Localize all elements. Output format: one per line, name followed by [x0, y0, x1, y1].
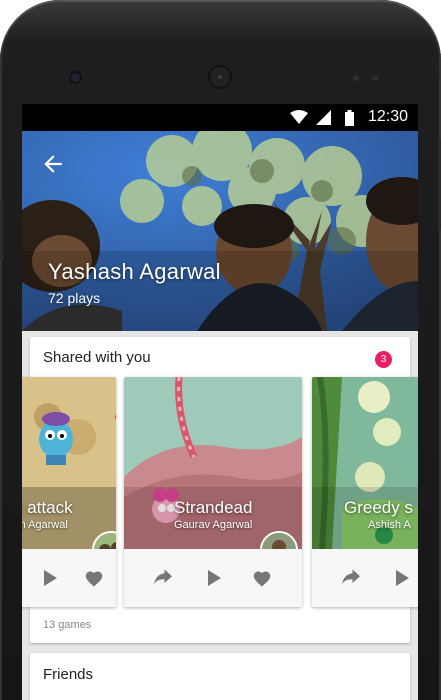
profile-plays: 72 plays [48, 290, 101, 306]
signal-icon [316, 110, 331, 125]
share-icon[interactable] [342, 569, 360, 585]
game-actions [124, 549, 302, 607]
wifi-icon [290, 110, 308, 124]
section-title: Friends [43, 666, 94, 683]
light-sensor [372, 75, 378, 81]
proximity-sensor [353, 75, 359, 81]
play-icon[interactable] [206, 569, 222, 587]
profile-header: Yashash Agarwal 72 plays [22, 131, 418, 331]
game-actions [312, 549, 418, 607]
game-author: Gaurav Agarwal [174, 519, 253, 531]
profile-name: Yashash Agarwal [48, 259, 221, 284]
status-bar: 12:30 [22, 104, 418, 131]
game-card[interactable]: s attack sh Agarwal [22, 377, 116, 607]
earpiece-speaker [208, 65, 232, 89]
battery-icon [345, 110, 354, 126]
game-actions [22, 549, 116, 607]
games-count[interactable]: 13 games [43, 619, 91, 631]
section-title: Shared with you [43, 349, 151, 366]
volume-button [0, 200, 3, 260]
games-carousel[interactable]: s attack sh Agarwal [22, 377, 418, 607]
notification-badge: 3 [375, 351, 392, 368]
front-camera [71, 73, 80, 82]
heart-icon[interactable] [252, 569, 272, 587]
game-card[interactable]: Greedy s Ashish A [312, 377, 418, 607]
heart-icon[interactable] [84, 569, 104, 587]
status-time: 12:30 [367, 108, 408, 125]
friends-card: Friends [30, 653, 410, 700]
play-icon[interactable] [42, 569, 58, 587]
screen: 12:30 Yashash Agarwal 72 plays Shared wi… [22, 104, 418, 700]
share-icon[interactable] [154, 569, 172, 585]
game-title: Strandead [174, 498, 253, 517]
game-title: Greedy s [344, 498, 413, 517]
play-icon[interactable] [394, 569, 410, 587]
phone-frame: 12:30 Yashash Agarwal 72 plays Shared wi… [0, 0, 441, 700]
game-author: sh Agarwal [22, 519, 68, 531]
game-author: Ashish A [368, 519, 411, 531]
game-card[interactable]: Strandead Gaurav Agarwal [124, 377, 302, 607]
game-title: s attack [22, 498, 73, 517]
arrow-left-icon[interactable] [40, 151, 66, 177]
